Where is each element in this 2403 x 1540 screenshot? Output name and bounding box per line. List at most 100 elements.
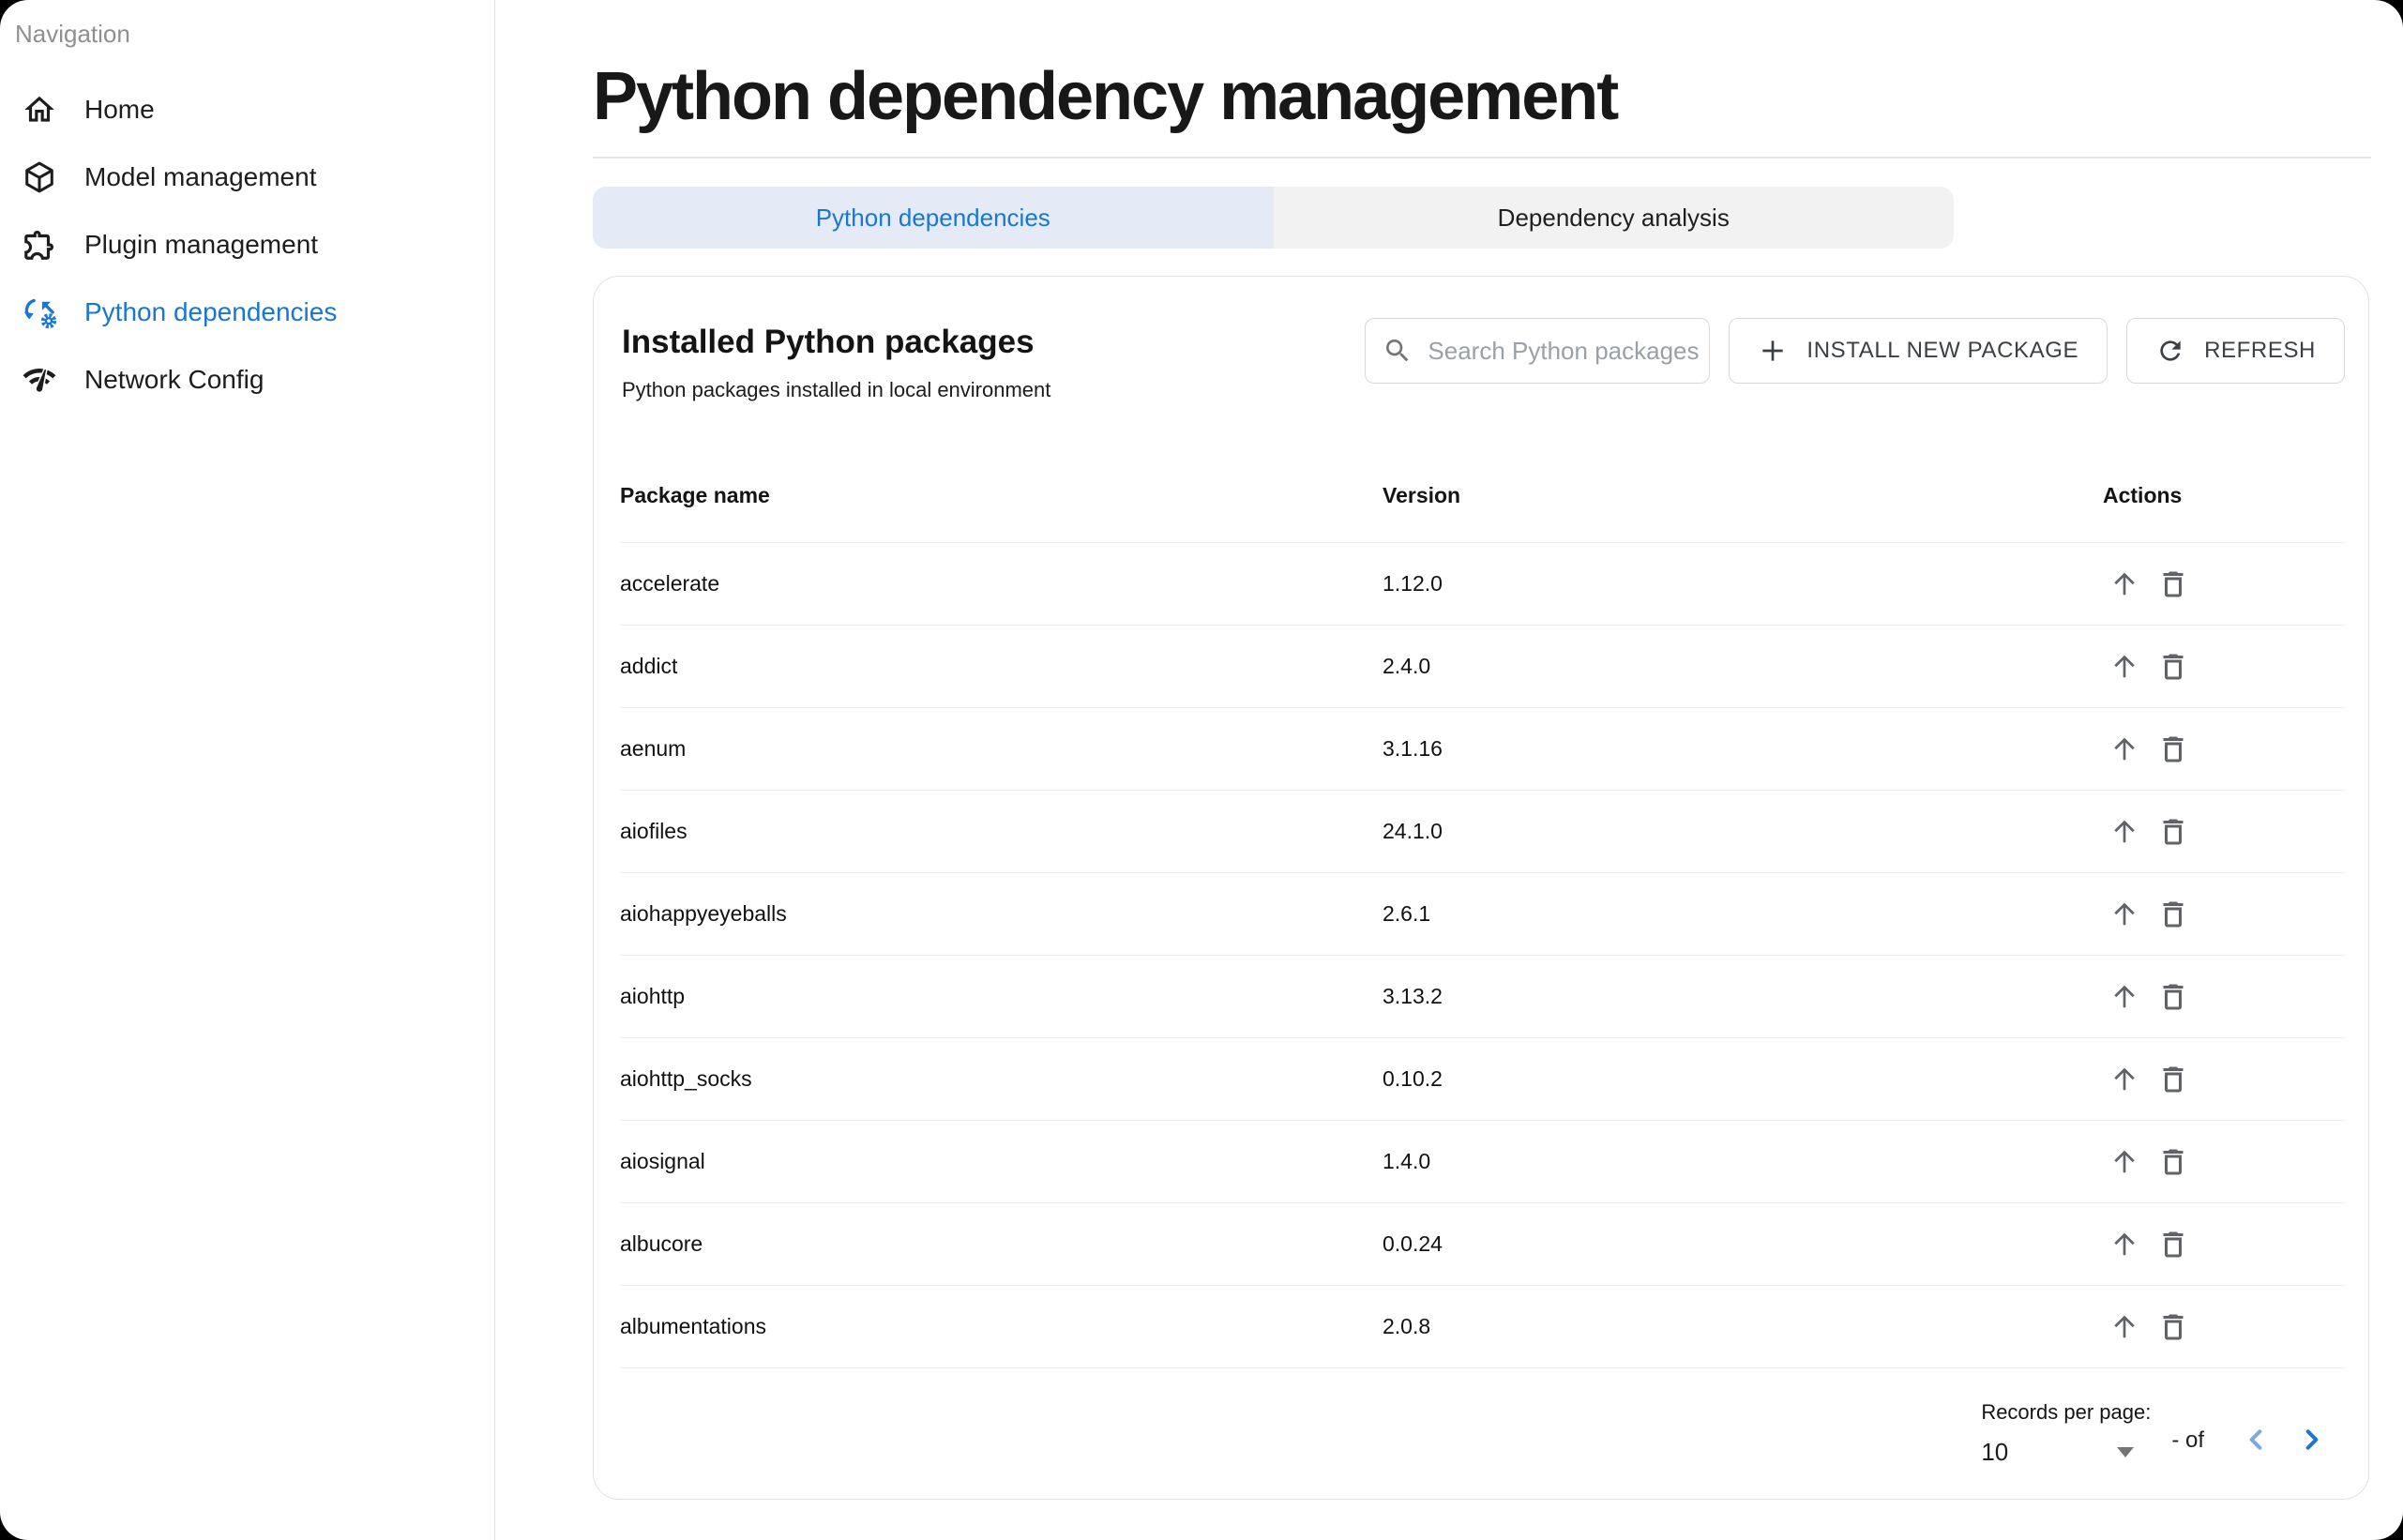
upgrade-arrow-icon [2108, 980, 2141, 1014]
sidebar-caption: Navigation [0, 15, 494, 53]
version-cell: 2.4.0 [1383, 654, 2103, 679]
next-page-button[interactable] [2290, 1419, 2332, 1460]
sidebar-item-label: Network Config [84, 365, 264, 395]
tab-dependency-analysis[interactable]: Dependency analysis [1274, 187, 1955, 249]
package-name-cell: addict [620, 654, 1383, 679]
sidebar-item-plugin-management[interactable]: Plugin management [0, 211, 494, 279]
upgrade-arrow-icon [2108, 815, 2141, 849]
table-row: albumentations 2.0.8 [620, 1286, 2345, 1368]
chevron-left-icon [2242, 1425, 2272, 1455]
cube-icon [21, 159, 58, 196]
delete-package-button[interactable] [2155, 1309, 2191, 1345]
sidebar-item-label: Python dependencies [84, 297, 337, 327]
trash-icon [2156, 815, 2190, 849]
upgrade-arrow-icon [2108, 1145, 2141, 1179]
trash-icon [2156, 1310, 2190, 1344]
delete-package-button[interactable] [2155, 1144, 2191, 1180]
search-input[interactable] [1426, 336, 1703, 367]
trash-icon [2156, 1063, 2190, 1096]
install-new-package-button[interactable]: INSTALL NEW PACKAGE [1729, 318, 2108, 384]
home-icon [21, 91, 58, 128]
delete-package-button[interactable] [2155, 1062, 2191, 1097]
upgrade-package-button[interactable] [2107, 1309, 2142, 1345]
delete-package-button[interactable] [2155, 897, 2191, 932]
card-actions: INSTALL NEW PACKAGE REFRESH [1365, 318, 2345, 384]
trash-icon [2156, 650, 2190, 684]
card-subtitle: Python packages installed in local envir… [622, 378, 1050, 402]
tab-python-dependencies[interactable]: Python dependencies [593, 187, 1274, 249]
package-name-cell: aiosignal [620, 1149, 1383, 1174]
table-row: aiohttp 3.13.2 [620, 956, 2345, 1038]
table-row: aiohttp_socks 0.10.2 [620, 1038, 2345, 1121]
delete-package-button[interactable] [2155, 566, 2191, 602]
sidebar-item-label: Model management [84, 162, 316, 192]
trash-icon [2156, 1145, 2190, 1179]
version-cell: 0.10.2 [1383, 1066, 2103, 1092]
upgrade-arrow-icon [2108, 1228, 2141, 1261]
delete-package-button[interactable] [2155, 814, 2191, 850]
upgrade-arrow-icon [2108, 732, 2141, 766]
column-header-version: Version [1383, 483, 2103, 508]
records-per-page-label: Records per page: [1981, 1400, 2151, 1425]
upgrade-arrow-icon [2108, 650, 2141, 684]
delete-package-button[interactable] [2155, 649, 2191, 685]
package-name-cell: aenum [620, 736, 1383, 762]
trash-icon [2156, 1228, 2190, 1261]
delete-package-button[interactable] [2155, 979, 2191, 1015]
version-cell: 0.0.24 [1383, 1231, 2103, 1257]
upgrade-package-button[interactable] [2107, 649, 2142, 685]
sidebar-item-home[interactable]: Home [0, 76, 494, 143]
upgrade-arrow-icon [2108, 567, 2141, 601]
sidebar-item-model-management[interactable]: Model management [0, 143, 494, 211]
package-name-cell: albucore [620, 1231, 1383, 1257]
delete-package-button[interactable] [2155, 1227, 2191, 1262]
version-cell: 2.6.1 [1383, 901, 2103, 927]
tab-bar: Python dependencies Dependency analysis [593, 187, 1954, 249]
card-header: Installed Python packages Python package… [620, 318, 2345, 402]
table-row: aiohappyeyeballs 2.6.1 [620, 873, 2345, 956]
delete-package-button[interactable] [2155, 732, 2191, 767]
records-per-page-value: 10 [1981, 1438, 2008, 1467]
chevron-right-icon [2296, 1425, 2326, 1455]
table-row: aenum 3.1.16 [620, 708, 2345, 791]
install-button-label: INSTALL NEW PACKAGE [1806, 338, 2078, 364]
sidebar-item-python-dependencies[interactable]: Python dependencies [0, 279, 494, 346]
trash-icon [2156, 980, 2190, 1014]
upgrade-package-button[interactable] [2107, 1227, 2142, 1262]
upgrade-package-button[interactable] [2107, 732, 2142, 767]
package-name-cell: aiohttp_socks [620, 1066, 1383, 1092]
package-name-cell: accelerate [620, 571, 1383, 596]
network-check-icon [21, 361, 58, 399]
sidebar-item-network-config[interactable]: Network Config [0, 346, 494, 414]
chevron-down-icon [2117, 1447, 2134, 1457]
upgrade-package-button[interactable] [2107, 979, 2142, 1015]
column-header-package-name: Package name [620, 483, 1383, 508]
version-cell: 1.4.0 [1383, 1149, 2103, 1174]
sidebar-item-label: Home [84, 95, 155, 125]
package-name-cell: aiofiles [620, 819, 1383, 844]
installed-packages-card: Installed Python packages Python package… [593, 276, 2369, 1500]
upgrade-package-button[interactable] [2107, 1144, 2142, 1180]
card-title: Installed Python packages [622, 324, 1050, 361]
puzzle-icon [21, 226, 58, 264]
records-per-page-select[interactable]: 10 [1981, 1438, 2136, 1467]
version-cell: 3.13.2 [1383, 984, 2103, 1009]
title-divider [593, 157, 2371, 159]
table-row: addict 2.4.0 [620, 626, 2345, 708]
pagination-range-label: - of [2171, 1427, 2204, 1454]
upgrade-package-button[interactable] [2107, 566, 2142, 602]
previous-page-button[interactable] [2236, 1419, 2277, 1460]
refresh-button[interactable]: REFRESH [2126, 318, 2345, 384]
version-cell: 2.0.8 [1383, 1314, 2103, 1339]
upgrade-package-button[interactable] [2107, 897, 2142, 932]
trash-icon [2156, 567, 2190, 601]
table-row: accelerate 1.12.0 [620, 543, 2345, 626]
version-cell: 3.1.16 [1383, 736, 2103, 762]
upgrade-arrow-icon [2108, 898, 2141, 931]
search-box[interactable] [1365, 318, 1710, 384]
trash-icon [2156, 898, 2190, 931]
table-row: albucore 0.0.24 [620, 1203, 2345, 1286]
table-footer: Records per page: 10 - of [620, 1368, 2345, 1499]
upgrade-package-button[interactable] [2107, 1062, 2142, 1097]
upgrade-package-button[interactable] [2107, 814, 2142, 850]
